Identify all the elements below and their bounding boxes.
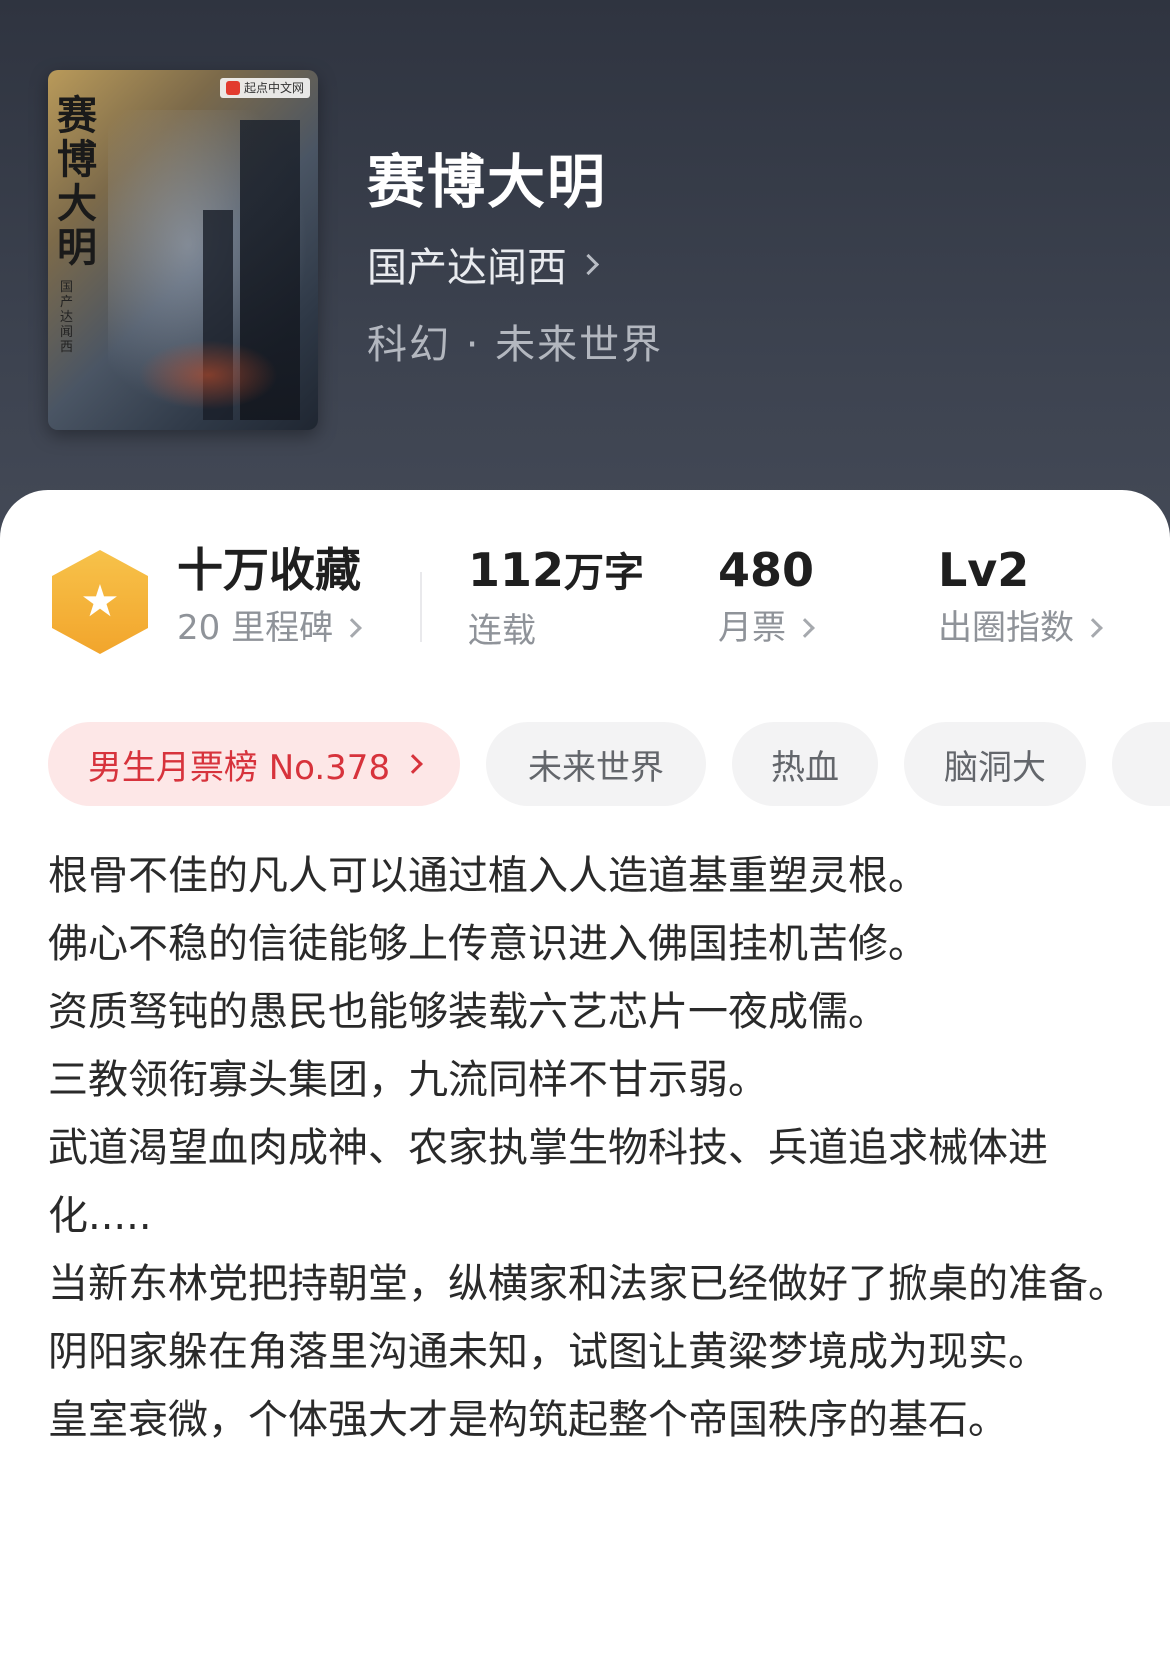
chevron-right-icon bbox=[403, 754, 423, 774]
chevron-right-icon bbox=[1083, 618, 1103, 638]
book-cover[interactable]: 赛博大明 国产达闻西 起点中文网 bbox=[48, 70, 318, 430]
publisher-badge: 起点中文网 bbox=[219, 78, 310, 98]
description-line: 皇室衰微，个体强大才是构筑起整个帝国秩序的基石。 bbox=[48, 1397, 1008, 1443]
author-link[interactable]: 国产达闻西 bbox=[367, 235, 600, 293]
description-line: 根骨不佳的凡人可以通过植入人造道基重塑灵根。 bbox=[48, 853, 928, 899]
star-hexagon-icon: ★ bbox=[52, 550, 148, 654]
stats-divider bbox=[420, 572, 422, 642]
book-description[interactable]: 根骨不佳的凡人可以通过植入人造道基重塑灵根。 佛心不稳的信徒能够上传意识进入佛国… bbox=[48, 842, 1128, 1454]
description-line: 阴阳家躲在角落里沟通未知，试图让黄粱梦境成为现实。 bbox=[48, 1329, 1048, 1375]
monthly-ticket-label: 月票 bbox=[718, 600, 815, 656]
book-genre: 科幻 · 未来世界 bbox=[367, 322, 664, 368]
description-line: 佛心不稳的信徒能够上传意识进入佛国挂机苦修。 bbox=[48, 921, 928, 967]
word-count-value: 112万字 bbox=[468, 543, 645, 597]
rank-tag[interactable]: 男生月票榜 No.378 bbox=[48, 722, 460, 806]
chevron-right-icon bbox=[795, 618, 815, 638]
monthly-ticket-stat[interactable]: 480 月票 bbox=[718, 540, 815, 656]
popularity-level: Lv2 bbox=[938, 543, 1030, 597]
stats-row: ★ 十万收藏 20 里程碑 112万字 连载 480 月票 Lv2 出圈指数 bbox=[0, 540, 1170, 660]
qidian-logo-icon bbox=[225, 81, 240, 95]
book-title: 赛博大明 bbox=[367, 148, 608, 216]
cover-title: 赛博大明 bbox=[57, 92, 97, 271]
tag-brain-hole[interactable]: 脑洞大 bbox=[904, 722, 1086, 806]
popularity-label: 出圈指数 bbox=[938, 600, 1103, 656]
book-header: 赛博大明 国产达闻西 起点中文网 赛博大明 国产达闻西 科幻 · 未来世界 bbox=[0, 0, 1170, 560]
cover-art-glow bbox=[138, 340, 278, 410]
description-line: 资质驽钝的愚民也能够装载六艺芯片一夜成儒。 bbox=[48, 989, 888, 1035]
description-line: 当新东林党把持朝堂，纵横家和法家已经做好了掀桌的准备。 bbox=[48, 1261, 1128, 1307]
description-line: 三教领衔寡头集团，九流同样不甘示弱。 bbox=[48, 1057, 768, 1103]
chevron-right-icon bbox=[577, 253, 600, 275]
tag-overflow[interactable] bbox=[1112, 722, 1170, 806]
author-name: 国产达闻西 bbox=[367, 245, 567, 291]
tag-row: 男生月票榜 No.378 未来世界 热血 脑洞大 bbox=[48, 722, 1170, 806]
collect-stat[interactable]: 十万收藏 20 里程碑 bbox=[177, 540, 362, 656]
popularity-stat[interactable]: Lv2 出圈指数 bbox=[938, 540, 1103, 656]
description-line: 武道渴望血肉成神、农家执掌生物科技、兵道追求械体进化..... bbox=[48, 1125, 1048, 1239]
chevron-right-icon bbox=[342, 618, 362, 638]
word-count-stat: 112万字 连载 bbox=[468, 540, 644, 659]
monthly-ticket-value: 480 bbox=[718, 543, 815, 597]
book-info-card: ★ 十万收藏 20 里程碑 112万字 连载 480 月票 Lv2 出圈指数 男… bbox=[0, 490, 1170, 1656]
cover-author: 国产达闻西 bbox=[60, 280, 74, 355]
tag-hot-blooded[interactable]: 热血 bbox=[732, 722, 878, 806]
serial-status: 连载 bbox=[468, 611, 536, 651]
publisher-name: 起点中文网 bbox=[243, 81, 304, 95]
tag-future-world[interactable]: 未来世界 bbox=[486, 722, 706, 806]
collect-value: 十万收藏 bbox=[177, 543, 361, 597]
collect-milestone: 20 里程碑 bbox=[177, 600, 362, 656]
